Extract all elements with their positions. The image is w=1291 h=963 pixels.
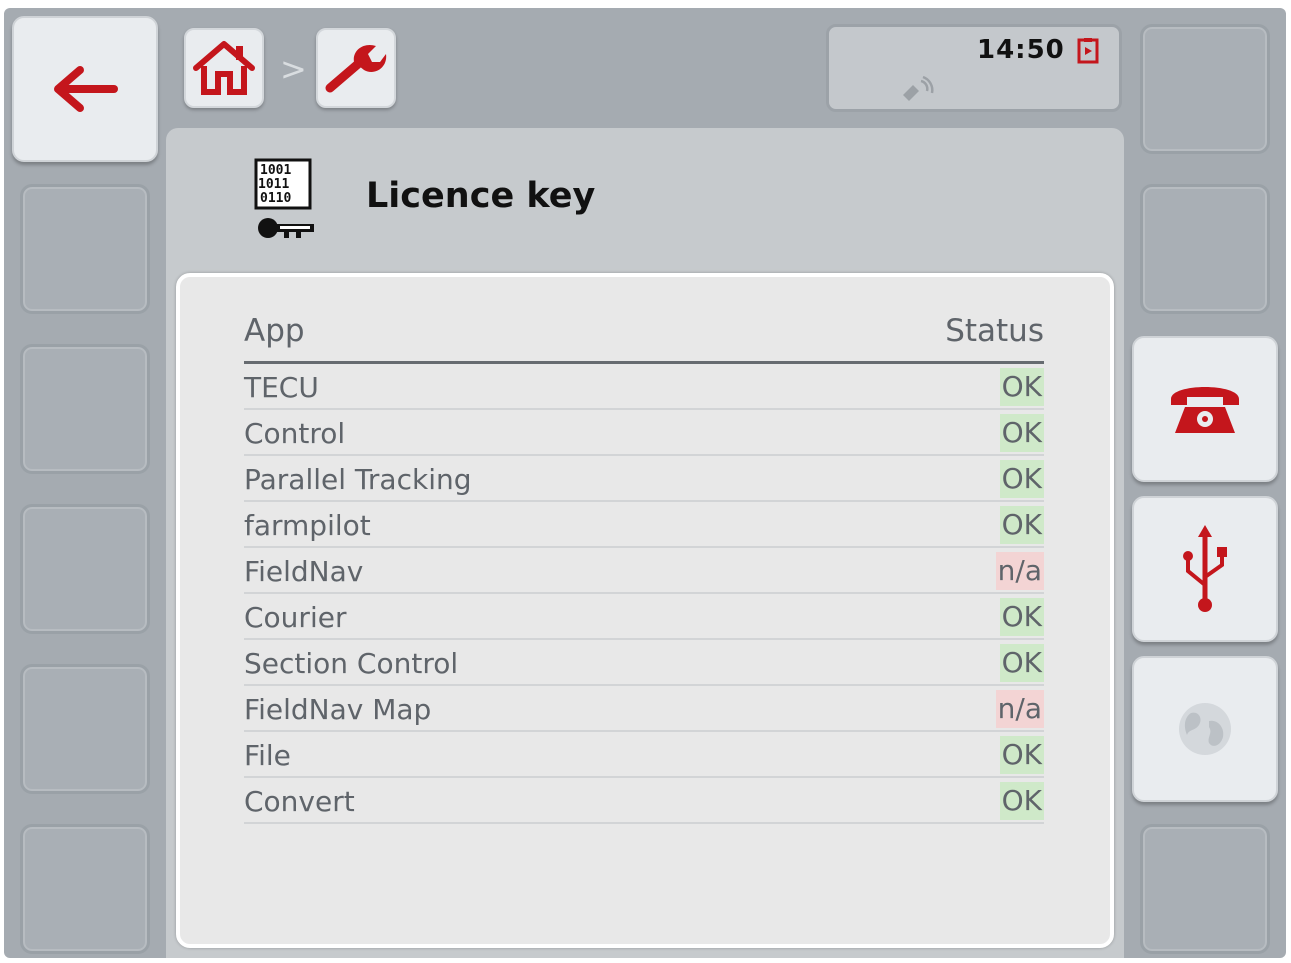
app-name: Section Control bbox=[244, 647, 459, 680]
main-area: 1001 1011 0110 Licence key App Status TE… bbox=[166, 128, 1124, 958]
licence-key-icon: 1001 1011 0110 bbox=[254, 158, 314, 238]
breadcrumb-separator: > bbox=[280, 50, 307, 88]
table-row: farmpilot OK bbox=[244, 502, 1044, 548]
page-title: Licence key bbox=[366, 176, 596, 216]
phone-button[interactable] bbox=[1132, 336, 1278, 482]
column-header-status: Status bbox=[945, 313, 1044, 349]
svg-text:0110: 0110 bbox=[260, 191, 291, 206]
softkey-left-2[interactable] bbox=[20, 184, 150, 314]
app-name: File bbox=[244, 739, 291, 772]
table-row: FieldNav n/a bbox=[244, 548, 1044, 594]
softkey-left-5[interactable] bbox=[20, 664, 150, 794]
table-row: TECU OK bbox=[244, 364, 1044, 410]
home-icon bbox=[193, 41, 255, 95]
recorder-icon bbox=[1077, 38, 1099, 64]
table-row: Section Control OK bbox=[244, 640, 1044, 686]
usb-icon bbox=[1183, 525, 1227, 612]
status-badge: OK bbox=[999, 460, 1044, 498]
app-name: Convert bbox=[244, 785, 355, 818]
clock: 14:50 bbox=[977, 35, 1065, 65]
content-panel: App Status TECU OK Control OK Parallel Tra… bbox=[176, 273, 1114, 948]
table-header: App Status bbox=[244, 307, 1044, 364]
app-name: Parallel Tracking bbox=[244, 463, 472, 496]
status-badge: OK bbox=[999, 736, 1044, 774]
status-badge: OK bbox=[999, 414, 1044, 452]
terminal-screen: > 14:50 1001 1011 0110 Licence key App S… bbox=[4, 8, 1286, 958]
licence-table: App Status TECU OK Control OK Parallel Tra… bbox=[244, 307, 1044, 824]
status-badge: n/a bbox=[995, 552, 1044, 590]
usb-button[interactable] bbox=[1132, 496, 1278, 642]
app-name: farmpilot bbox=[244, 509, 371, 542]
arrow-left-icon bbox=[54, 66, 118, 112]
phone-icon bbox=[1171, 387, 1239, 433]
app-name: TECU bbox=[244, 371, 319, 404]
app-name: Control bbox=[244, 417, 346, 450]
table-row: File OK bbox=[244, 732, 1044, 778]
back-button[interactable] bbox=[12, 16, 158, 162]
app-name: FieldNav Map bbox=[244, 693, 432, 726]
table-row: FieldNav Map n/a bbox=[244, 686, 1044, 732]
status-badge: OK bbox=[999, 368, 1044, 406]
gps-signal-icon bbox=[903, 75, 934, 101]
settings-button[interactable] bbox=[316, 28, 396, 108]
status-bar: 14:50 bbox=[826, 24, 1122, 112]
svg-text:1001: 1001 bbox=[260, 163, 291, 178]
svg-text:1011: 1011 bbox=[258, 177, 289, 192]
column-header-app: App bbox=[244, 313, 305, 349]
web-button[interactable] bbox=[1132, 656, 1278, 802]
status-badge: n/a bbox=[995, 690, 1044, 728]
globe-icon bbox=[1179, 703, 1231, 755]
status-badge: OK bbox=[999, 598, 1044, 636]
home-button[interactable] bbox=[184, 28, 264, 108]
status-badge: OK bbox=[999, 782, 1044, 820]
softkey-right-1[interactable] bbox=[1140, 24, 1270, 154]
table-row: Control OK bbox=[244, 410, 1044, 456]
app-name: FieldNav bbox=[244, 555, 364, 588]
softkey-left-6[interactable] bbox=[20, 824, 150, 954]
table-row: Courier OK bbox=[244, 594, 1044, 640]
softkey-left-3[interactable] bbox=[20, 344, 150, 474]
app-name: Courier bbox=[244, 601, 347, 634]
softkey-left-4[interactable] bbox=[20, 504, 150, 634]
status-badge: OK bbox=[999, 644, 1044, 682]
table-row: Parallel Tracking OK bbox=[244, 456, 1044, 502]
softkey-right-2[interactable] bbox=[1140, 184, 1270, 314]
softkey-right-6[interactable] bbox=[1140, 824, 1270, 954]
table-row: Convert OK bbox=[244, 778, 1044, 824]
status-badge: OK bbox=[999, 506, 1044, 544]
wrench-icon bbox=[325, 44, 387, 93]
